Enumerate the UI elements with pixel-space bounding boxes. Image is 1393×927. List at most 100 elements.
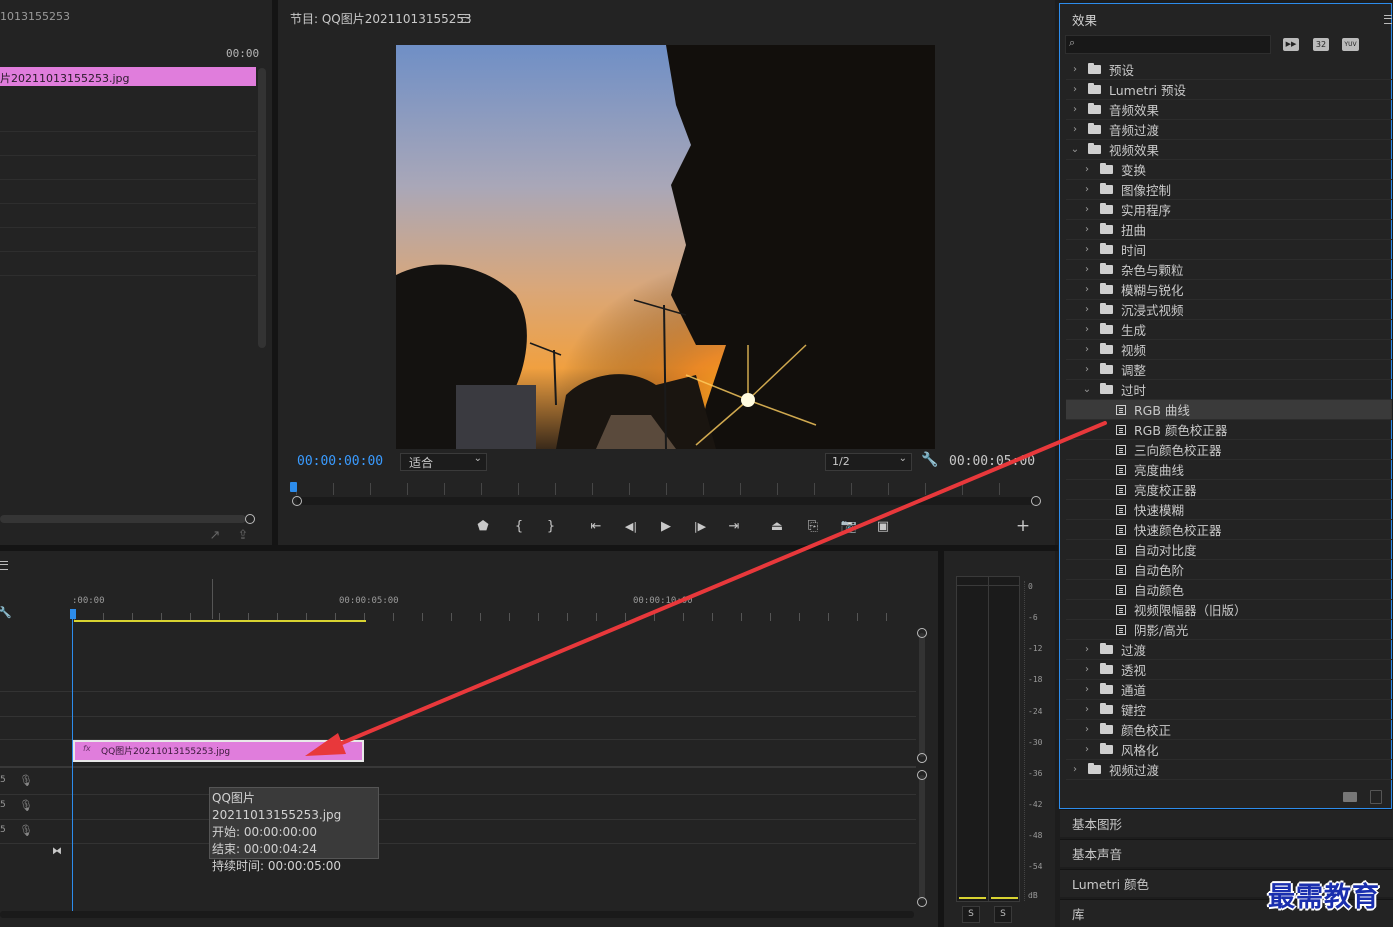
- effect-item[interactable]: 视频限幅器（旧版）: [1066, 600, 1392, 620]
- effect-item[interactable]: 三向颜色校正器: [1066, 440, 1392, 460]
- effect-item[interactable]: 自动色阶: [1066, 560, 1392, 580]
- compare-icon[interactable]: ▣: [874, 518, 892, 534]
- work-area-bar[interactable]: [74, 620, 366, 622]
- effect-folder[interactable]: › 沉浸式视频: [1066, 300, 1392, 320]
- program-title[interactable]: 节目: QQ图片20211013155253: [290, 10, 472, 27]
- scroll-handle-icon[interactable]: [917, 897, 927, 907]
- scrub-ruler[interactable]: [296, 483, 1036, 495]
- new-folder-icon[interactable]: [1343, 792, 1357, 802]
- chevron-right-icon[interactable]: ›: [1082, 344, 1092, 355]
- effect-folder[interactable]: › 调整: [1066, 360, 1392, 380]
- effect-item[interactable]: 快速颜色校正器: [1066, 520, 1392, 540]
- effect-folder[interactable]: › 音频过渡: [1066, 120, 1392, 140]
- chevron-right-icon[interactable]: ›: [1082, 744, 1092, 755]
- chevron-right-icon[interactable]: ›: [1082, 684, 1092, 695]
- timeline-horizontal-scrollbar[interactable]: [0, 911, 914, 918]
- source-vertical-scrollbar[interactable]: [258, 68, 266, 348]
- effect-folder[interactable]: › Lumetri 预设: [1066, 80, 1392, 100]
- trash-icon[interactable]: [1370, 790, 1382, 804]
- effect-folder[interactable]: › 实用程序: [1066, 200, 1392, 220]
- effect-item[interactable]: 阴影/高光: [1066, 620, 1392, 640]
- zoom-scrollbar[interactable]: [297, 497, 1035, 505]
- chevron-right-icon[interactable]: ›: [1082, 724, 1092, 735]
- microphone-icon[interactable]: 🎙: [19, 798, 33, 812]
- chevron-right-icon[interactable]: ›: [1082, 224, 1092, 235]
- effect-folder[interactable]: › 音频效果: [1066, 100, 1392, 120]
- play-icon[interactable]: ▶: [658, 518, 674, 534]
- timeline-clip[interactable]: fx QQ图片20211013155253.jpg: [73, 740, 364, 762]
- effect-folder[interactable]: › 透视: [1066, 660, 1392, 680]
- export-icon[interactable]: ↗: [206, 528, 224, 543]
- effect-folder[interactable]: › 杂色与颗粒: [1066, 260, 1392, 280]
- effect-folder[interactable]: ⌄ 过时: [1066, 380, 1392, 400]
- yuv-icon[interactable]: YUV: [1342, 38, 1359, 51]
- current-timecode[interactable]: 00:00:00:00: [297, 454, 383, 469]
- source-horizontal-scrollbar[interactable]: [0, 515, 246, 523]
- step-forward-icon[interactable]: |▶: [692, 518, 708, 534]
- effect-folder[interactable]: › 视频过渡: [1066, 760, 1392, 780]
- effect-folder[interactable]: › 模糊与锐化: [1066, 280, 1392, 300]
- chevron-right-icon[interactable]: ›: [1082, 364, 1092, 375]
- effect-item[interactable]: 自动颜色: [1066, 580, 1392, 600]
- tab-essential-graphics[interactable]: 基本图形: [1060, 809, 1393, 837]
- effect-folder[interactable]: › 预设: [1066, 60, 1392, 80]
- export-frame-icon[interactable]: 📷: [840, 518, 858, 534]
- solo-button[interactable]: S: [962, 906, 980, 923]
- timeline-vertical-scrollbar[interactable]: [919, 633, 925, 757]
- effect-item[interactable]: 亮度校正器: [1066, 480, 1392, 500]
- mark-out-icon[interactable]: }: [544, 518, 558, 534]
- scroll-handle-icon[interactable]: [917, 770, 927, 780]
- chevron-down-icon[interactable]: ⌄: [1070, 144, 1080, 155]
- wrench-icon[interactable]: 🔧: [921, 452, 938, 468]
- effect-folder[interactable]: › 图像控制: [1066, 180, 1392, 200]
- step-back-icon[interactable]: ◀|: [623, 518, 639, 534]
- scroll-handle-icon[interactable]: [917, 753, 927, 763]
- effect-folder[interactable]: › 时间: [1066, 240, 1392, 260]
- chevron-right-icon[interactable]: ›: [1070, 84, 1080, 95]
- go-to-out-icon[interactable]: ⇥: [726, 518, 742, 534]
- chevron-right-icon[interactable]: ›: [1082, 324, 1092, 335]
- add-icon[interactable]: +: [1015, 516, 1031, 536]
- effect-folder[interactable]: › 过渡: [1066, 640, 1392, 660]
- chevron-right-icon[interactable]: ›: [1082, 204, 1092, 215]
- effect-item[interactable]: RGB 曲线: [1066, 400, 1392, 420]
- effect-folder[interactable]: › 颜色校正: [1066, 720, 1392, 740]
- effect-item[interactable]: 快速模糊: [1066, 500, 1392, 520]
- microphone-icon[interactable]: 🎙: [19, 823, 33, 837]
- effect-folder[interactable]: › 键控: [1066, 700, 1392, 720]
- lift-icon[interactable]: ⏏: [768, 518, 786, 534]
- chevron-right-icon[interactable]: ›: [1082, 644, 1092, 655]
- accelerated-effects-icon[interactable]: ▶▶: [1283, 38, 1299, 51]
- go-to-in-icon[interactable]: ⇤: [588, 518, 604, 534]
- scroll-handle-icon[interactable]: [292, 496, 302, 506]
- chevron-down-icon[interactable]: ⌄: [1082, 384, 1092, 395]
- effect-folder[interactable]: › 通道: [1066, 680, 1392, 700]
- hamburger-icon[interactable]: [461, 14, 470, 23]
- timeline-playhead-handle[interactable]: [70, 609, 76, 619]
- effects-search-input[interactable]: ⌕: [1065, 35, 1271, 54]
- effect-folder[interactable]: › 风格化: [1066, 740, 1392, 760]
- effect-folder[interactable]: › 扭曲: [1066, 220, 1392, 240]
- hamburger-icon[interactable]: [0, 561, 8, 570]
- effect-folder[interactable]: › 生成: [1066, 320, 1392, 340]
- chevron-right-icon[interactable]: ›: [1082, 304, 1092, 315]
- microphone-icon[interactable]: 🎙: [19, 773, 33, 787]
- share-icon[interactable]: ⇪: [234, 528, 252, 543]
- mark-in-icon[interactable]: {: [512, 518, 526, 534]
- marker-icon[interactable]: ⬟: [476, 518, 490, 534]
- chevron-right-icon[interactable]: ›: [1082, 264, 1092, 275]
- source-clip-bar[interactable]: 片20211013155253.jpg: [0, 67, 256, 86]
- scroll-handle-icon[interactable]: [917, 628, 927, 638]
- chevron-right-icon[interactable]: ›: [1082, 184, 1092, 195]
- chevron-right-icon[interactable]: ›: [1082, 164, 1092, 175]
- extract-icon[interactable]: ⎘: [804, 518, 822, 534]
- chevron-right-icon[interactable]: ›: [1070, 104, 1080, 115]
- chevron-right-icon[interactable]: ›: [1070, 764, 1080, 775]
- effect-item[interactable]: 自动对比度: [1066, 540, 1392, 560]
- chevron-right-icon[interactable]: ›: [1070, 64, 1080, 75]
- timeline-vertical-scrollbar[interactable]: [919, 775, 925, 900]
- hamburger-icon[interactable]: [1384, 15, 1392, 24]
- chevron-right-icon[interactable]: ›: [1082, 664, 1092, 675]
- effect-item[interactable]: RGB 颜色校正器: [1066, 420, 1392, 440]
- chevron-right-icon[interactable]: ›: [1082, 704, 1092, 715]
